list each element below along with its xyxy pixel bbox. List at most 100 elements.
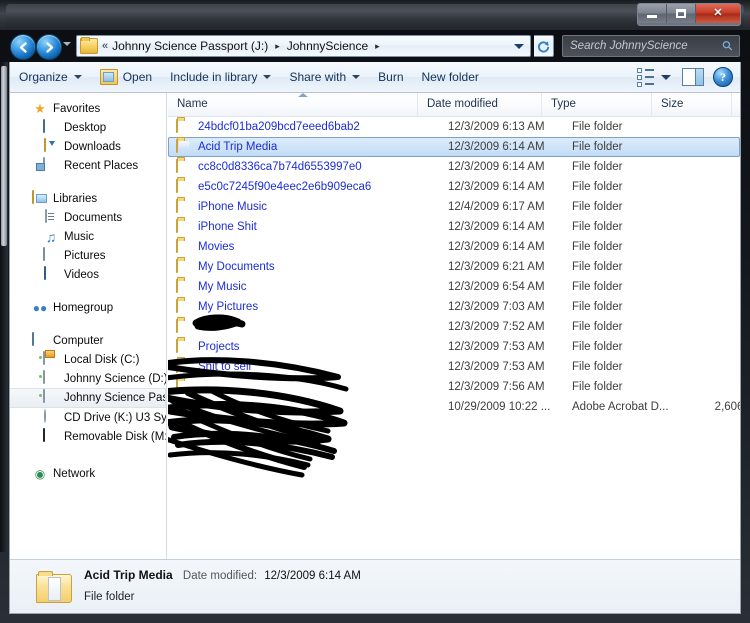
cell-name: 24bdcf01ba209bcd7eeed6bab2 — [198, 121, 360, 133]
column-header-type[interactable]: Type — [542, 93, 652, 116]
cell-date-modified: 12/3/2009 6:13 AM — [448, 121, 545, 133]
cell-date-modified: 12/3/2009 6:54 AM — [448, 281, 545, 293]
back-button[interactable] — [10, 34, 36, 60]
sidebar-item-videos[interactable]: Videos — [10, 265, 166, 284]
close-button[interactable]: ✕ — [696, 4, 740, 23]
cell-type: File folder — [572, 161, 623, 173]
downloads-icon — [43, 137, 59, 155]
table-row[interactable]: 24bdcf01ba209bcd7eeed6bab2 12/3/2009 6:13… — [168, 117, 740, 137]
sidebar-group-computer: Computer Local Disk (C:) Johnny Science … — [10, 331, 166, 446]
folder-icon — [176, 298, 192, 315]
sidebar-item-johnny-science-passport[interactable]: Johnny Science Pass — [10, 388, 166, 408]
minimize-button[interactable] — [638, 4, 667, 23]
table-row[interactable]: Movies 12/3/2009 6:14 AM File folder — [168, 237, 740, 257]
search-box[interactable]: ⚲ — [562, 35, 740, 57]
sidebar-item-documents[interactable]: Documents — [10, 208, 166, 227]
breadcrumb-separator-icon[interactable]: ▸ — [270, 41, 285, 52]
table-row[interactable]: Shit to sell 12/3/2009 7:53 AM File folder — [168, 357, 740, 377]
maximize-icon — [676, 9, 686, 18]
cell-name: Movies — [198, 241, 235, 253]
include-in-library-button[interactable]: Include in library — [161, 66, 280, 88]
minimize-icon — [647, 15, 657, 18]
sidebar-group-network: ◉ Network — [10, 464, 166, 483]
maximize-button[interactable] — [667, 4, 696, 23]
table-row[interactable]: 10/29/2009 10:22 ... Adobe Acrobat D... 2,… — [168, 397, 740, 417]
sidebar-item-recent-places[interactable]: Recent Places — [10, 156, 166, 175]
cell-type: File folder — [572, 221, 623, 233]
preview-pane-button[interactable] — [682, 68, 704, 86]
view-chevron-down-icon[interactable] — [661, 74, 671, 80]
scrollbar-thumb[interactable] — [1, 66, 7, 246]
open-button[interactable]: Open — [91, 66, 161, 88]
search-input[interactable] — [563, 39, 722, 53]
new-folder-label: New folder — [421, 70, 479, 84]
table-row[interactable]: iPhone Music 12/4/2009 6:17 AM File folder — [168, 197, 740, 217]
sidebar-item-removable-disk-m[interactable]: Removable Disk (M: — [10, 427, 166, 446]
sidebar-item-desktop[interactable]: Desktop — [10, 118, 166, 137]
folder-icon-glyph — [176, 178, 178, 193]
address-bar-row: « Johnny Science Passport (J:) ▸ JohnnyS… — [6, 30, 744, 62]
cell-type: File folder — [572, 281, 623, 293]
forward-button[interactable] — [36, 34, 62, 60]
folder-icon — [176, 138, 192, 155]
table-row[interactable]: 12/3/2009 7:52 AM File folder — [168, 317, 740, 337]
recent-pages-dropdown-icon[interactable] — [63, 42, 71, 46]
details-date-value: 12/3/2009 6:14 AM — [264, 570, 361, 583]
sidebar-item-local-disk-c[interactable]: Local Disk (C:) — [10, 350, 166, 369]
recent-places-icon — [43, 156, 59, 174]
sidebar-item-favorites[interactable]: ★ Favorites — [10, 99, 166, 118]
details-pane: Acid Trip Media Date modified: 12/3/2009… — [10, 559, 740, 613]
cd-drive-icon — [43, 408, 59, 426]
breadcrumb-item-drive[interactable]: Johnny Science Passport (J:) — [110, 39, 270, 53]
address-dropdown-icon[interactable] — [514, 43, 524, 49]
cell-name: My Pictures — [198, 301, 259, 313]
table-row[interactable]: My Pictures 12/3/2009 7:03 AM File folder — [168, 297, 740, 317]
folder-icon-glyph — [176, 258, 178, 273]
table-row[interactable]: My Music 12/3/2009 6:54 AM File folder — [168, 277, 740, 297]
sidebar-label-documents: Documents — [64, 211, 123, 224]
table-row[interactable]: Projects 12/3/2009 7:53 AM File folder — [168, 337, 740, 357]
cell-name: My Documents — [198, 261, 275, 273]
cell-name: My Music — [198, 281, 247, 293]
star-icon: ★ — [34, 100, 46, 116]
window-left-scrollbar[interactable] — [0, 62, 8, 552]
removable-disk-icon — [43, 427, 59, 445]
table-row[interactable]: Acid Trip Media 12/3/2009 6:14 AM File fol… — [168, 137, 740, 157]
sidebar-item-pictures[interactable]: Pictures — [10, 246, 166, 265]
sidebar-label-favorites: Favorites — [53, 102, 101, 115]
sidebar-label-cd-drive-k: CD Drive (K:) U3 Syst — [64, 411, 166, 424]
sidebar-item-johnny-science-d[interactable]: Johnny Science (D:) — [10, 369, 166, 388]
column-header-size[interactable]: Size — [652, 93, 732, 116]
share-with-button[interactable]: Share with — [280, 66, 369, 88]
breadcrumb-overflow-icon[interactable]: « — [101, 40, 110, 52]
sidebar-item-homegroup[interactable]: ●● Homegroup — [10, 298, 166, 317]
sidebar-item-computer[interactable]: Computer — [10, 331, 166, 350]
explorer-window: ✕ « Johnny Science Passport (J:) ▸ Johnn… — [0, 0, 750, 623]
breadcrumb-separator-icon-2[interactable]: ▸ — [370, 41, 385, 52]
change-view-icon[interactable] — [636, 67, 654, 87]
table-row[interactable]: cc8c0d8336ca7b74d6553997e0 12/3/2009 6:14… — [168, 157, 740, 177]
folder-icon — [176, 278, 192, 295]
sidebar-group-libraries: Libraries Documents ♫ Music Pictures Vid… — [10, 189, 166, 284]
refresh-button[interactable] — [534, 35, 554, 57]
burn-button[interactable]: Burn — [369, 66, 412, 88]
sidebar-item-libraries[interactable]: Libraries — [10, 189, 166, 208]
table-row[interactable]: 12/3/2009 7:56 AM File folder — [168, 377, 740, 397]
table-row[interactable]: My Documents 12/3/2009 6:21 AM File folder — [168, 257, 740, 277]
command-bar: Organize Open Include in library Share w… — [10, 62, 740, 93]
column-header-date-modified[interactable]: Date modified — [418, 93, 542, 116]
table-row[interactable]: iPhone Shit 12/3/2009 6:14 AM File folder — [168, 217, 740, 237]
column-header-name[interactable]: Name — [168, 93, 418, 116]
address-bar[interactable]: « Johnny Science Passport (J:) ▸ JohnnyS… — [76, 35, 531, 57]
folder-icon — [176, 378, 192, 395]
organize-button[interactable]: Organize — [10, 66, 91, 88]
sidebar-item-cd-drive-k[interactable]: CD Drive (K:) U3 Syst — [10, 408, 166, 427]
new-folder-button[interactable]: New folder — [413, 66, 488, 88]
help-button[interactable]: ? — [713, 67, 733, 87]
breadcrumb-item-folder[interactable]: JohnnyScience — [285, 39, 370, 53]
sidebar-item-music[interactable]: ♫ Music — [10, 227, 166, 246]
sidebar-item-downloads[interactable]: Downloads — [10, 137, 166, 156]
folder-icon — [176, 198, 192, 215]
table-row[interactable]: e5c0c7245f90e4eec2e6b909eca6 12/3/2009 6:… — [168, 177, 740, 197]
sidebar-item-network[interactable]: ◉ Network — [10, 464, 166, 483]
